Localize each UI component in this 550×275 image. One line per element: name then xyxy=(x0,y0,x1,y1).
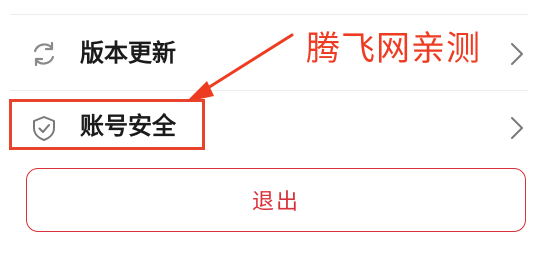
settings-item-label: 版本更新 xyxy=(80,39,176,67)
logout-label: 退出 xyxy=(251,190,300,215)
watermark-text: 腾飞网亲测 xyxy=(306,29,481,69)
logout-button[interactable]: 退出 xyxy=(26,168,526,232)
refresh-icon xyxy=(30,40,58,68)
row-divider xyxy=(10,90,528,91)
top-divider xyxy=(10,14,528,15)
highlight-box xyxy=(9,99,205,150)
chevron-right-icon xyxy=(510,42,524,66)
chevron-right-icon xyxy=(510,116,524,140)
